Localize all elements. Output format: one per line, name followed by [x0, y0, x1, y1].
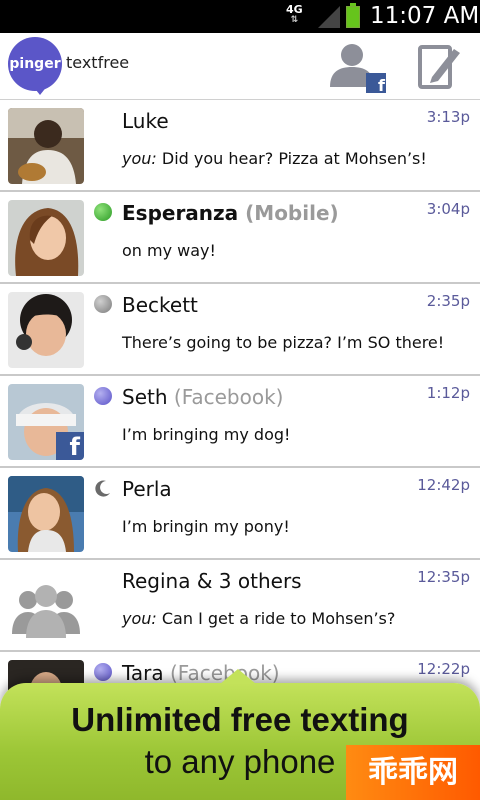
presence-online-icon [94, 387, 112, 405]
message-time: 12:22p [417, 660, 470, 678]
contact-name: Luke [122, 109, 169, 133]
message-time: 2:35p [426, 292, 470, 310]
conversation-row-regina-group[interactable]: Regina & 3 others 12:35p you: Can I get … [0, 560, 480, 652]
contact-name: Perla [122, 477, 172, 501]
site-watermark: 乖乖网 [346, 745, 480, 800]
conversation-row-esperanza[interactable]: Esperanza (Mobile) 3:04p on my way! [0, 192, 480, 284]
pinger-logo: pinger [8, 37, 62, 95]
app-header: pinger textfree f [0, 33, 480, 100]
status-bar: 4G ⇅ 11:07 AM [0, 0, 480, 33]
message-preview: There’s going to be pizza? I’m SO there! [122, 333, 445, 352]
message-preview: I’m bringin my pony! [122, 517, 290, 536]
presence-online-icon [94, 203, 112, 221]
message-time: 12:42p [417, 476, 470, 494]
signal-strength-icon [318, 6, 340, 28]
message-time: 3:13p [426, 108, 470, 126]
status-time: 11:07 AM [370, 3, 480, 29]
presence-offline-icon [94, 295, 112, 313]
facebook-icon: f [56, 432, 84, 460]
promo-headline: Unlimited free texting [71, 701, 409, 738]
presence-online-icon [94, 663, 112, 681]
avatar-luke [8, 108, 84, 184]
app-name: textfree [66, 53, 130, 72]
message-preview: you: Can I get a ride to Mohsen’s? [122, 609, 396, 628]
avatar-beckett [8, 292, 84, 368]
message-preview: I’m bringing my dog! [122, 425, 291, 444]
message-preview: on my way! [122, 241, 216, 260]
message-preview: you: Did you hear? Pizza at Mohsen’s! [122, 149, 427, 168]
contact-name: Esperanza (Mobile) [122, 201, 339, 225]
contact-name: Beckett [122, 293, 198, 317]
conversation-row-beckett[interactable]: Beckett 2:35p There’s going to be pizza?… [0, 284, 480, 376]
avatar-esperanza [8, 200, 84, 276]
contacts-button[interactable]: f [326, 41, 386, 95]
group-avatar-icon [8, 568, 84, 644]
svg-text:f: f [378, 76, 386, 93]
battery-icon [346, 3, 360, 28]
conversation-row-luke[interactable]: Luke 3:13p you: Did you hear? Pizza at M… [0, 100, 480, 192]
message-time: 12:35p [417, 568, 470, 586]
contact-name: Seth (Facebook) [122, 385, 284, 409]
compose-icon [418, 45, 460, 89]
message-time: 3:04p [426, 200, 470, 218]
conversation-row-seth[interactable]: f Seth (Facebook) 1:12p I’m bringing my … [0, 376, 480, 468]
contact-name: Regina & 3 others [122, 569, 302, 593]
contacts-facebook-icon: f [330, 44, 386, 95]
compose-button[interactable] [414, 41, 466, 93]
avatar-seth: f [8, 384, 84, 460]
avatar-perla [8, 476, 84, 552]
message-time: 1:12p [426, 384, 470, 402]
conversation-list: Luke 3:13p you: Did you hear? Pizza at M… [0, 100, 480, 744]
network-indicator: 4G ⇅ [286, 4, 303, 25]
logo-badge-text: pinger [9, 56, 61, 72]
data-arrows-icon: ⇅ [290, 15, 299, 25]
conversation-row-perla[interactable]: Perla 12:42p I’m bringin my pony! [0, 468, 480, 560]
presence-idle-moon-icon [95, 480, 110, 497]
